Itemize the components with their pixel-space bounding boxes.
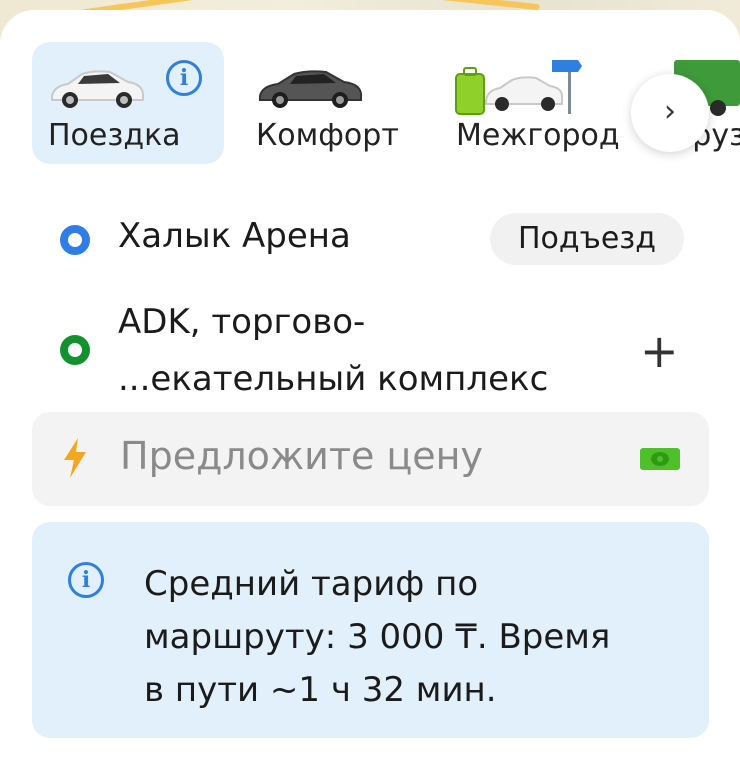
add-stop-icon[interactable]: + (640, 328, 679, 374)
info-icon: i (68, 562, 104, 598)
tariff-label: Межгород (456, 118, 620, 153)
tariff-intercity[interactable]: Межгород (440, 42, 640, 164)
tariff-selector: i Поездка Комфорт Межгород Груз › (0, 10, 740, 180)
map-road (420, 0, 540, 11)
tariff-comfort[interactable]: Комфорт (240, 42, 430, 164)
destination-address-line2[interactable]: ...екательный комплекс (118, 359, 548, 399)
entrance-chip[interactable]: Подъезд (490, 213, 684, 265)
price-placeholder: Предложите цену (120, 434, 483, 478)
order-bottom-sheet: i Поездка Комфорт Межгород Груз › Халык … (0, 10, 740, 770)
price-input[interactable]: Предложите цену (32, 412, 709, 506)
fare-info-line: в пути ~1 ч 32 мин. (144, 670, 497, 710)
destination-address-line1[interactable]: ADK, торгово- (118, 302, 365, 342)
destination-dot-icon (60, 335, 90, 365)
tariff-ride[interactable]: i Поездка (32, 42, 224, 164)
tariff-label: Поездка (48, 118, 181, 153)
chevron-right-icon[interactable]: › (631, 74, 709, 152)
pickup-address[interactable]: Халык Арена (118, 216, 351, 256)
fare-info-banner: i Средний тариф по маршруту: 3 000 ₸. Вр… (32, 522, 709, 738)
cash-icon[interactable] (640, 448, 680, 470)
fare-info-line: Средний тариф по (144, 564, 479, 604)
car-white-icon (51, 70, 144, 108)
lightning-icon (64, 438, 86, 478)
pickup-dot-icon (60, 225, 90, 255)
tariff-label: Комфорт (256, 118, 399, 153)
fare-info-line: маршруту: 3 000 ₸. Время (144, 617, 611, 657)
car-dark-icon (259, 70, 362, 108)
tariff-info-icon[interactable]: i (166, 60, 202, 96)
car-luggage-icon (455, 60, 582, 115)
fare-info-text: Средний тариф по маршруту: 3 000 ₸. Врем… (144, 558, 684, 717)
